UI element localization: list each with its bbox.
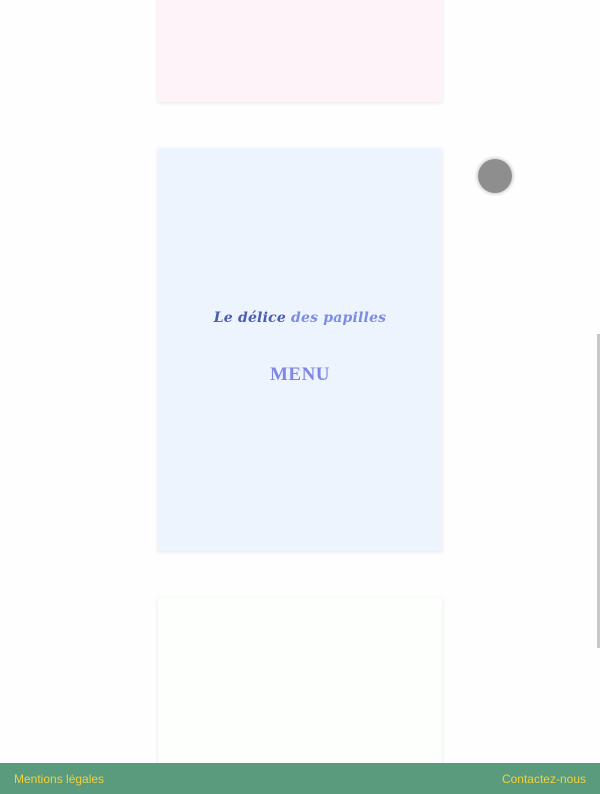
footer: Mentions légales Contactez-nous xyxy=(0,763,600,794)
card-bottom xyxy=(158,598,442,768)
brand-name-part1: Le délice xyxy=(213,310,286,326)
circle-button[interactable] xyxy=(478,159,512,193)
menu-card[interactable]: Le délice des papilles MENU xyxy=(158,148,442,551)
brand-logo: Le délice des papilles xyxy=(158,310,442,326)
card-top xyxy=(158,0,442,102)
legal-notice-link[interactable]: Mentions légales xyxy=(14,772,104,786)
contact-link[interactable]: Contactez-nous xyxy=(502,772,586,786)
menu-link[interactable]: MENU xyxy=(158,364,442,386)
page-viewport: Le délice des papilles MENU Mentions lég… xyxy=(0,0,600,794)
brand-name-part2: des papilles xyxy=(291,310,387,326)
